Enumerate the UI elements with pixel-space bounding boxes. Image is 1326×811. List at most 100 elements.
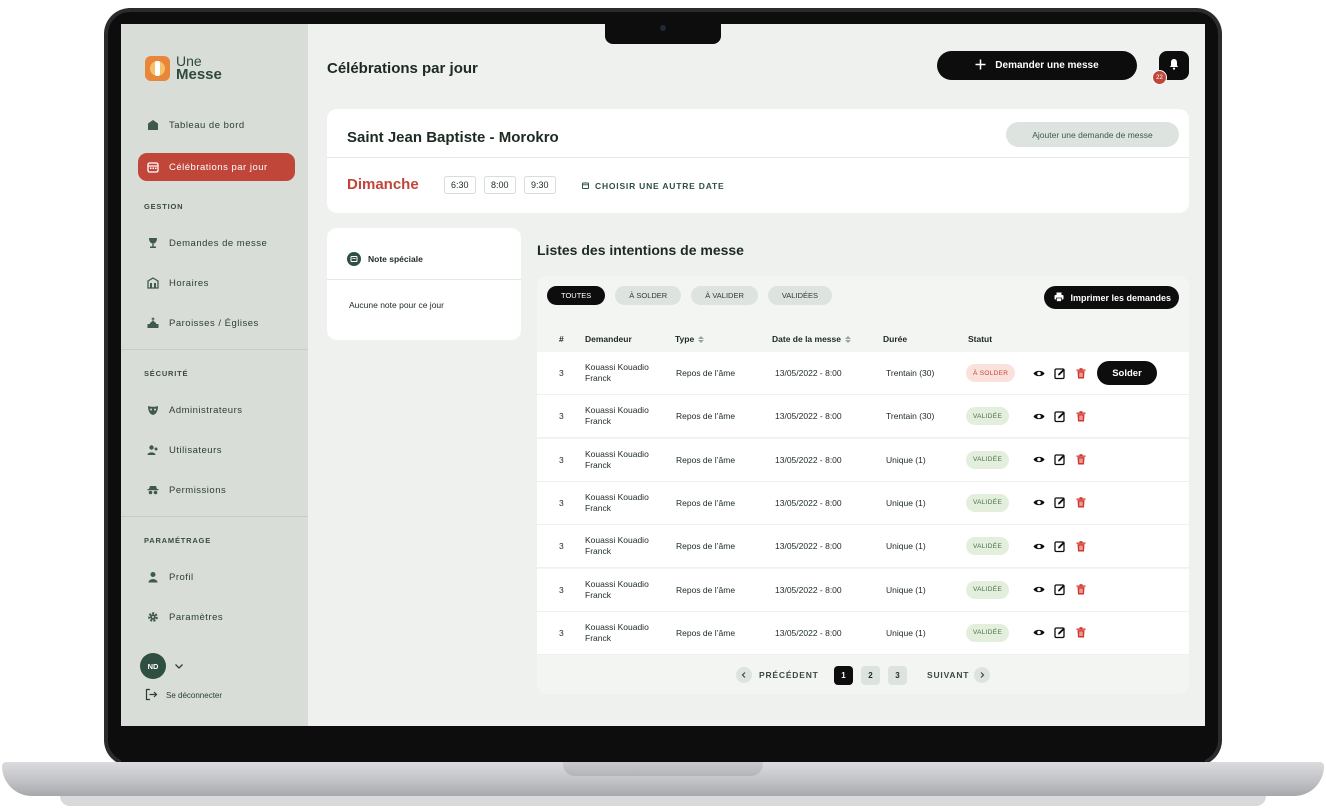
page-3-button[interactable]: 3: [888, 666, 907, 685]
avatar[interactable]: ND: [140, 653, 166, 679]
table-row: 3 Kouassi Kouadio Franck Repos de l’âme 13/…: [537, 395, 1189, 439]
row-demandeur: Kouassi Kouadio Franck: [585, 578, 649, 600]
previous-page-link[interactable]: PRÉCÉDENT: [759, 670, 819, 680]
row-number: 3: [559, 541, 564, 552]
view-icon[interactable]: [1032, 583, 1045, 596]
sidebar-item-parametres[interactable]: Paramètres: [138, 603, 295, 631]
logout-link[interactable]: Se déconnecter: [145, 688, 222, 703]
time-chip[interactable]: 9:30: [524, 176, 556, 194]
row-actions: [1032, 540, 1087, 553]
row-date: 13/05/2022 - 8:00: [775, 497, 842, 508]
tab-a-solder[interactable]: À SOLDER: [615, 286, 682, 305]
row-actions: [1032, 583, 1087, 596]
app-logo[interactable]: Une Messe: [145, 54, 222, 83]
mask-icon: [146, 404, 159, 417]
sidebar-item-demandes[interactable]: Demandes de messe: [138, 229, 295, 257]
section-label-parametrage: PARAMÉTRAGE: [144, 536, 211, 545]
row-date: 13/05/2022 - 8:00: [775, 627, 842, 638]
edit-icon[interactable]: [1053, 496, 1066, 509]
row-type: Repos de l’âme: [676, 584, 736, 595]
delete-icon[interactable]: [1074, 626, 1087, 639]
column-header-date[interactable]: Date de la messe: [772, 334, 851, 344]
view-icon[interactable]: [1032, 367, 1045, 380]
notification-count-badge: 22: [1152, 70, 1167, 85]
chevron-left-icon[interactable]: [736, 667, 752, 683]
status-badge: VALIDÉE: [966, 537, 1010, 556]
next-page-link[interactable]: SUIVANT: [927, 670, 969, 680]
print-requests-button[interactable]: Imprimer les demandes: [1044, 286, 1179, 309]
edit-icon[interactable]: [1053, 626, 1066, 639]
delete-icon[interactable]: [1074, 453, 1087, 466]
delete-icon[interactable]: [1074, 410, 1087, 423]
delete-icon[interactable]: [1074, 367, 1087, 380]
sidebar-item-dashboard[interactable]: Tableau de bord: [138, 111, 295, 139]
chevron-right-icon[interactable]: [974, 667, 990, 683]
edit-icon[interactable]: [1053, 540, 1066, 553]
sidebar-item-administrateurs[interactable]: Administrateurs: [138, 396, 295, 424]
logo-line2: Messe: [176, 66, 222, 83]
row-number: 3: [559, 497, 564, 508]
row-date: 13/05/2022 - 8:00: [775, 584, 842, 595]
column-header-type[interactable]: Type: [675, 334, 705, 344]
row-demandeur: Kouassi Kouadio Franck: [585, 405, 649, 427]
view-icon[interactable]: [1032, 540, 1045, 553]
status-badge: VALIDÉE: [966, 450, 1010, 469]
view-icon[interactable]: [1032, 453, 1045, 466]
laptop-chin: [121, 726, 1205, 762]
row-duree: Trentain (30): [886, 368, 935, 378]
choose-date-link[interactable]: CHOISIR UNE AUTRE DATE: [582, 181, 725, 191]
column-header-num: #: [559, 334, 564, 344]
intentions-title: Listes des intentions de messe: [537, 242, 744, 258]
solder-button[interactable]: Solder: [1097, 361, 1157, 385]
delete-icon[interactable]: [1074, 540, 1087, 553]
edit-icon[interactable]: [1053, 367, 1066, 380]
edit-icon[interactable]: [1053, 583, 1066, 596]
edit-icon[interactable]: [1053, 410, 1066, 423]
sidebar-divider: [121, 349, 308, 350]
sidebar-item-label: Célébrations par jour: [169, 161, 268, 173]
column-header-duree: Durée: [883, 334, 908, 344]
sidebar-item-permissions[interactable]: Permissions: [138, 476, 295, 504]
sidebar-item-label: Paramètres: [169, 611, 224, 623]
sidebar-item-celebrations[interactable]: Célébrations par jour: [138, 153, 295, 181]
logout-icon: [145, 688, 158, 703]
row-type: Repos de l’âme: [676, 454, 736, 465]
bell-icon: [1168, 57, 1180, 75]
chevron-down-icon[interactable]: [173, 659, 185, 671]
edit-icon[interactable]: [1053, 453, 1066, 466]
request-mass-button[interactable]: Demander une messe: [937, 51, 1137, 80]
note-text: Aucune note pour ce jour: [349, 300, 444, 310]
chalice-icon: [146, 237, 159, 250]
view-icon[interactable]: [1032, 410, 1045, 423]
calendar-icon: [146, 161, 159, 174]
tab-a-valider[interactable]: À VALIDER: [691, 286, 758, 305]
time-chip[interactable]: 8:00: [484, 176, 516, 194]
row-duree: Unique (1): [886, 627, 926, 638]
row-status: VALIDÉE: [966, 407, 1010, 426]
sidebar-item-profil[interactable]: Profil: [138, 563, 295, 591]
row-actions: [1032, 496, 1087, 509]
page-1-button[interactable]: 1: [834, 666, 853, 685]
view-icon[interactable]: [1032, 626, 1045, 639]
sidebar-item-utilisateurs[interactable]: Utilisateurs: [138, 436, 295, 464]
time-chip[interactable]: 6:30: [444, 176, 476, 194]
sidebar: Une Messe Tableau de bord Célébrations p…: [121, 24, 308, 726]
sidebar-item-label: Demandes de messe: [169, 237, 268, 249]
tab-validees[interactable]: VALIDÉES: [767, 286, 832, 305]
sidebar-item-paroisses[interactable]: Paroisses / Églises: [138, 309, 295, 337]
row-demandeur: Kouassi Kouadio Franck: [585, 491, 649, 513]
table-row: 3 Kouassi Kouadio Franck Repos de l’âme 13/…: [537, 481, 1189, 525]
view-icon[interactable]: [1032, 496, 1045, 509]
row-number: 3: [559, 627, 564, 638]
delete-icon[interactable]: [1074, 496, 1087, 509]
sidebar-item-horaires[interactable]: Horaires: [138, 269, 295, 297]
delete-icon[interactable]: [1074, 583, 1087, 596]
calendar-icon: [582, 181, 589, 191]
sidebar-item-label: Utilisateurs: [169, 444, 222, 456]
page-2-button[interactable]: 2: [861, 666, 880, 685]
request-mass-label: Demander une messe: [995, 60, 1099, 71]
table-row: 3 Kouassi Kouadio Franck Repos de l’âme 13/…: [537, 438, 1189, 482]
tab-toutes[interactable]: TOUTES: [547, 286, 606, 305]
add-request-button[interactable]: Ajouter une demande de messe: [1006, 122, 1179, 147]
row-date: 13/05/2022 - 8:00: [775, 411, 842, 422]
